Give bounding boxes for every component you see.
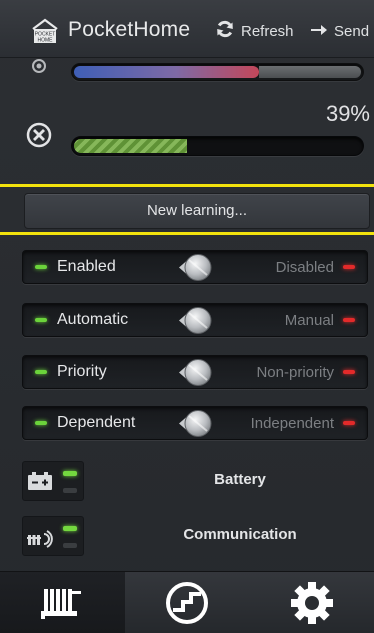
bottom-tab-bar: [0, 571, 374, 633]
off-led: [343, 318, 355, 322]
progress-percent-label: 39%: [325, 101, 370, 126]
send-button[interactable]: Send: [310, 20, 369, 42]
switch-right-label: Non-priority: [256, 364, 334, 381]
status-led-on: [63, 471, 77, 476]
send-label: Send: [334, 22, 370, 40]
dependent-switch[interactable]: Dependent Independent: [22, 406, 368, 440]
switch-knob-icon[interactable]: [177, 408, 215, 439]
temperature-bar-fill: [74, 66, 259, 78]
status-led-on: [63, 526, 77, 531]
temperature-bar-remaining: [259, 66, 361, 78]
switch-knob-icon[interactable]: [177, 357, 215, 388]
learning-highlight: New learning...: [0, 184, 374, 235]
communication-label: Communication: [183, 526, 297, 543]
radiator-icon: [41, 588, 82, 619]
tab-radiator[interactable]: [0, 572, 125, 633]
pockethome-screen: POCKET HOME PocketHome Refresh Send 39% …: [0, 0, 374, 633]
battery-indicator: [22, 461, 84, 501]
gear-icon: [290, 581, 333, 624]
priority-switch[interactable]: Priority Non-priority: [22, 355, 368, 389]
switch-right-label: Disabled: [275, 259, 334, 276]
switch-right-label: Manual: [284, 312, 334, 329]
on-led: [35, 370, 47, 374]
refresh-label: Refresh: [241, 22, 294, 40]
automatic-manual-switch[interactable]: Automatic Manual: [22, 303, 368, 337]
gauge-icon: [166, 581, 208, 624]
tab-settings[interactable]: [249, 572, 374, 633]
switch-left-label: Priority: [57, 363, 107, 380]
switch-left-label: Dependent: [57, 414, 136, 431]
refresh-icon: [215, 19, 235, 43]
communication-indicator: [22, 516, 84, 556]
on-led: [35, 265, 47, 269]
learning-progress-bar: [71, 136, 364, 156]
switch-left-label: Automatic: [57, 311, 129, 328]
thermometer-icon: [31, 58, 47, 74]
status-led-off: [63, 543, 77, 548]
radiator-signal-icon: [25, 523, 59, 551]
refresh-button[interactable]: Refresh: [215, 20, 294, 42]
on-led: [35, 421, 47, 425]
logo-text-line2: HOME: [38, 38, 54, 44]
cancel-icon[interactable]: [25, 121, 53, 149]
off-led: [343, 370, 355, 374]
status-panel: 39%: [0, 58, 374, 176]
battery-label: Battery: [214, 471, 266, 488]
switch-left-label: Enabled: [57, 258, 116, 275]
off-led: [343, 265, 355, 269]
send-arrow-icon: [310, 23, 328, 40]
learning-progress-fill: [74, 139, 187, 153]
switch-knob-icon[interactable]: [177, 252, 215, 283]
enabled-disabled-switch[interactable]: Enabled Disabled: [22, 250, 368, 284]
pockethome-logo-icon: POCKET HOME: [30, 17, 60, 45]
app-header: POCKET HOME PocketHome Refresh Send: [0, 0, 374, 58]
app-title: PocketHome: [68, 18, 191, 41]
temperature-bar: [71, 63, 364, 81]
on-led: [35, 318, 47, 322]
communication-status-row: Communication: [0, 510, 374, 562]
tab-gauge[interactable]: [125, 572, 250, 633]
switch-knob-icon[interactable]: [177, 305, 215, 336]
battery-status-row: Battery: [0, 455, 374, 507]
status-led-off: [63, 488, 77, 493]
off-led: [343, 421, 355, 425]
battery-icon: [25, 468, 59, 496]
new-learning-button[interactable]: New learning...: [24, 193, 370, 229]
switch-right-label: Independent: [250, 415, 334, 432]
